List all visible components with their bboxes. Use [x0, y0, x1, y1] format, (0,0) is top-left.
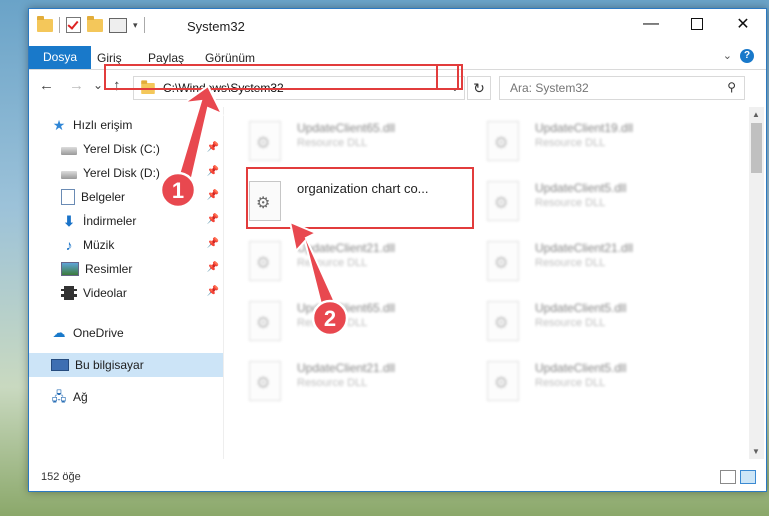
- step-1-badge: 1: [159, 171, 197, 209]
- step-2-number: 2: [324, 306, 336, 331]
- step-1-arrow: [176, 84, 225, 188]
- step-2-badge: 2: [311, 299, 349, 337]
- step-2-arrow: [288, 220, 336, 310]
- annotation-overlay: 1 2: [159, 84, 349, 337]
- step-1-number: 1: [172, 178, 184, 203]
